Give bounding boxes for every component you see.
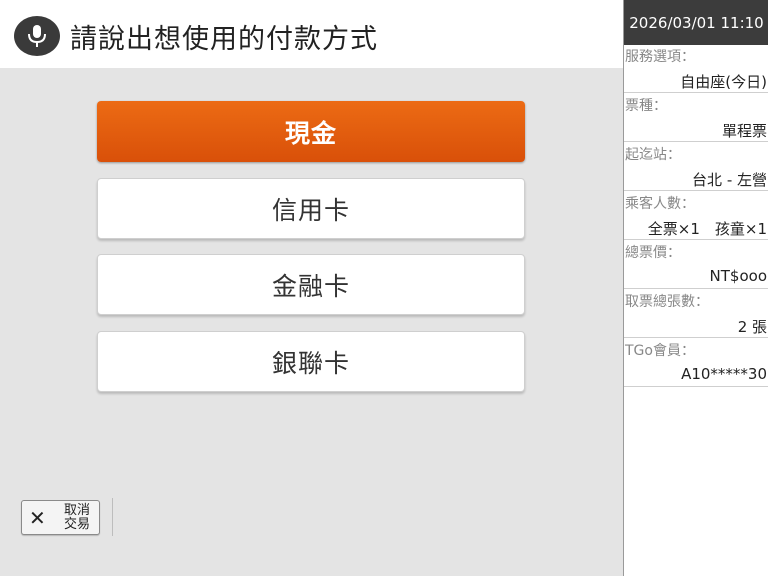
cancel-label: 取消 交易 — [59, 504, 95, 532]
info-value: 單程票 — [721, 122, 767, 140]
datetime: 2026/03/01 11:10 — [624, 0, 768, 45]
info-service-option: 服務選項： 自由座(今日) — [624, 45, 768, 93]
info-passengers: 乘客人數： 全票×1 孩童×1 — [624, 192, 768, 240]
info-value: 台北 - 左營 — [692, 171, 767, 189]
cancel-transaction-button[interactable]: ✕ 取消 交易 — [21, 500, 100, 535]
info-value: NT$ooo — [709, 267, 767, 285]
info-stations: 起迄站： 台北 - 左營 — [624, 143, 768, 191]
cancel-label-line2: 交易 — [63, 517, 90, 532]
info-label: TGo會員： — [625, 343, 695, 359]
info-value: 全票×1 孩童×1 — [647, 220, 767, 238]
close-icon: ✕ — [29, 506, 46, 530]
cancel-label-line1: 取消 — [63, 503, 90, 518]
debit-card-button[interactable]: 金融卡 — [97, 254, 525, 315]
divider — [112, 498, 113, 536]
unionpay-card-button[interactable]: 銀聯卡 — [97, 331, 525, 392]
info-label: 票種： — [625, 98, 667, 114]
microphone-icon[interactable] — [14, 16, 60, 56]
page-title: 請說出想使用的付款方式 — [70, 24, 378, 55]
info-label: 乘客人數： — [625, 196, 695, 212]
info-value: 2 張 — [737, 318, 767, 336]
info-total-fare: 總票價： NT$ooo — [624, 241, 768, 289]
info-tgo-member: TGo會員： A10*****30 — [624, 339, 768, 387]
info-label: 服務選項： — [625, 49, 695, 65]
cash-button[interactable]: 現金 — [97, 101, 525, 162]
info-ticket-count: 取票總張數： 2 張 — [624, 290, 768, 338]
info-ticket-type: 票種： 單程票 — [624, 94, 768, 142]
info-label: 起迄站： — [625, 147, 681, 163]
info-value: A10*****30 — [681, 365, 767, 383]
info-label: 取票總張數： — [625, 294, 709, 310]
credit-card-button[interactable]: 信用卡 — [97, 178, 525, 239]
header: 請說出想使用的付款方式 — [0, 0, 623, 68]
order-summary-sidebar: 2026/03/01 11:10 服務選項： 自由座(今日) 票種： 單程票 起… — [623, 0, 768, 576]
info-value: 自由座(今日) — [680, 73, 767, 91]
info-label: 總票價： — [625, 245, 681, 261]
